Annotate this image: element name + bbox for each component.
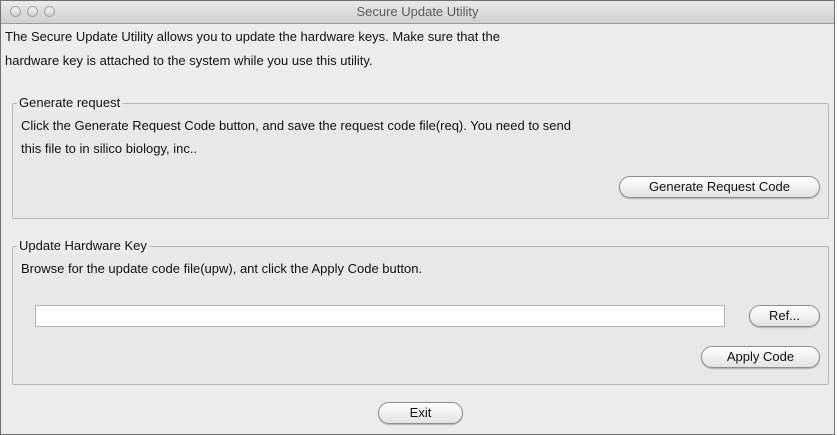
generate-request-legend: Generate request	[17, 95, 123, 111]
secure-update-window: Secure Update Utility The Secure Update …	[0, 0, 835, 435]
update-instruction: Browse for the update code file(upw), an…	[21, 261, 423, 276]
exit-button[interactable]: Exit	[378, 402, 463, 424]
update-file-path-input[interactable]	[35, 305, 725, 327]
window-title: Secure Update Utility	[356, 4, 479, 19]
generate-request-group: Generate request Click the Generate Requ…	[12, 95, 829, 219]
update-hardware-key-legend: Update Hardware Key	[17, 238, 149, 254]
generate-request-line-1: Click the Generate Request Code button, …	[21, 118, 571, 133]
apply-code-button[interactable]: Apply Code	[701, 346, 820, 368]
generate-request-line-2: this file to in silico biology, inc..	[21, 141, 198, 156]
intro-line-2: hardware key is attached to the system w…	[5, 53, 373, 68]
intro-line-1: The Secure Update Utility allows you to …	[5, 29, 500, 44]
generate-request-description: Click the Generate Request Code button, …	[21, 114, 781, 160]
ref-browse-button[interactable]: Ref...	[749, 305, 820, 327]
title-bar[interactable]: Secure Update Utility	[1, 1, 834, 24]
update-hardware-key-group: Update Hardware Key Browse for the updat…	[12, 238, 829, 385]
intro-text: The Secure Update Utility allows you to …	[5, 25, 705, 73]
generate-request-code-button[interactable]: Generate Request Code	[619, 176, 820, 198]
